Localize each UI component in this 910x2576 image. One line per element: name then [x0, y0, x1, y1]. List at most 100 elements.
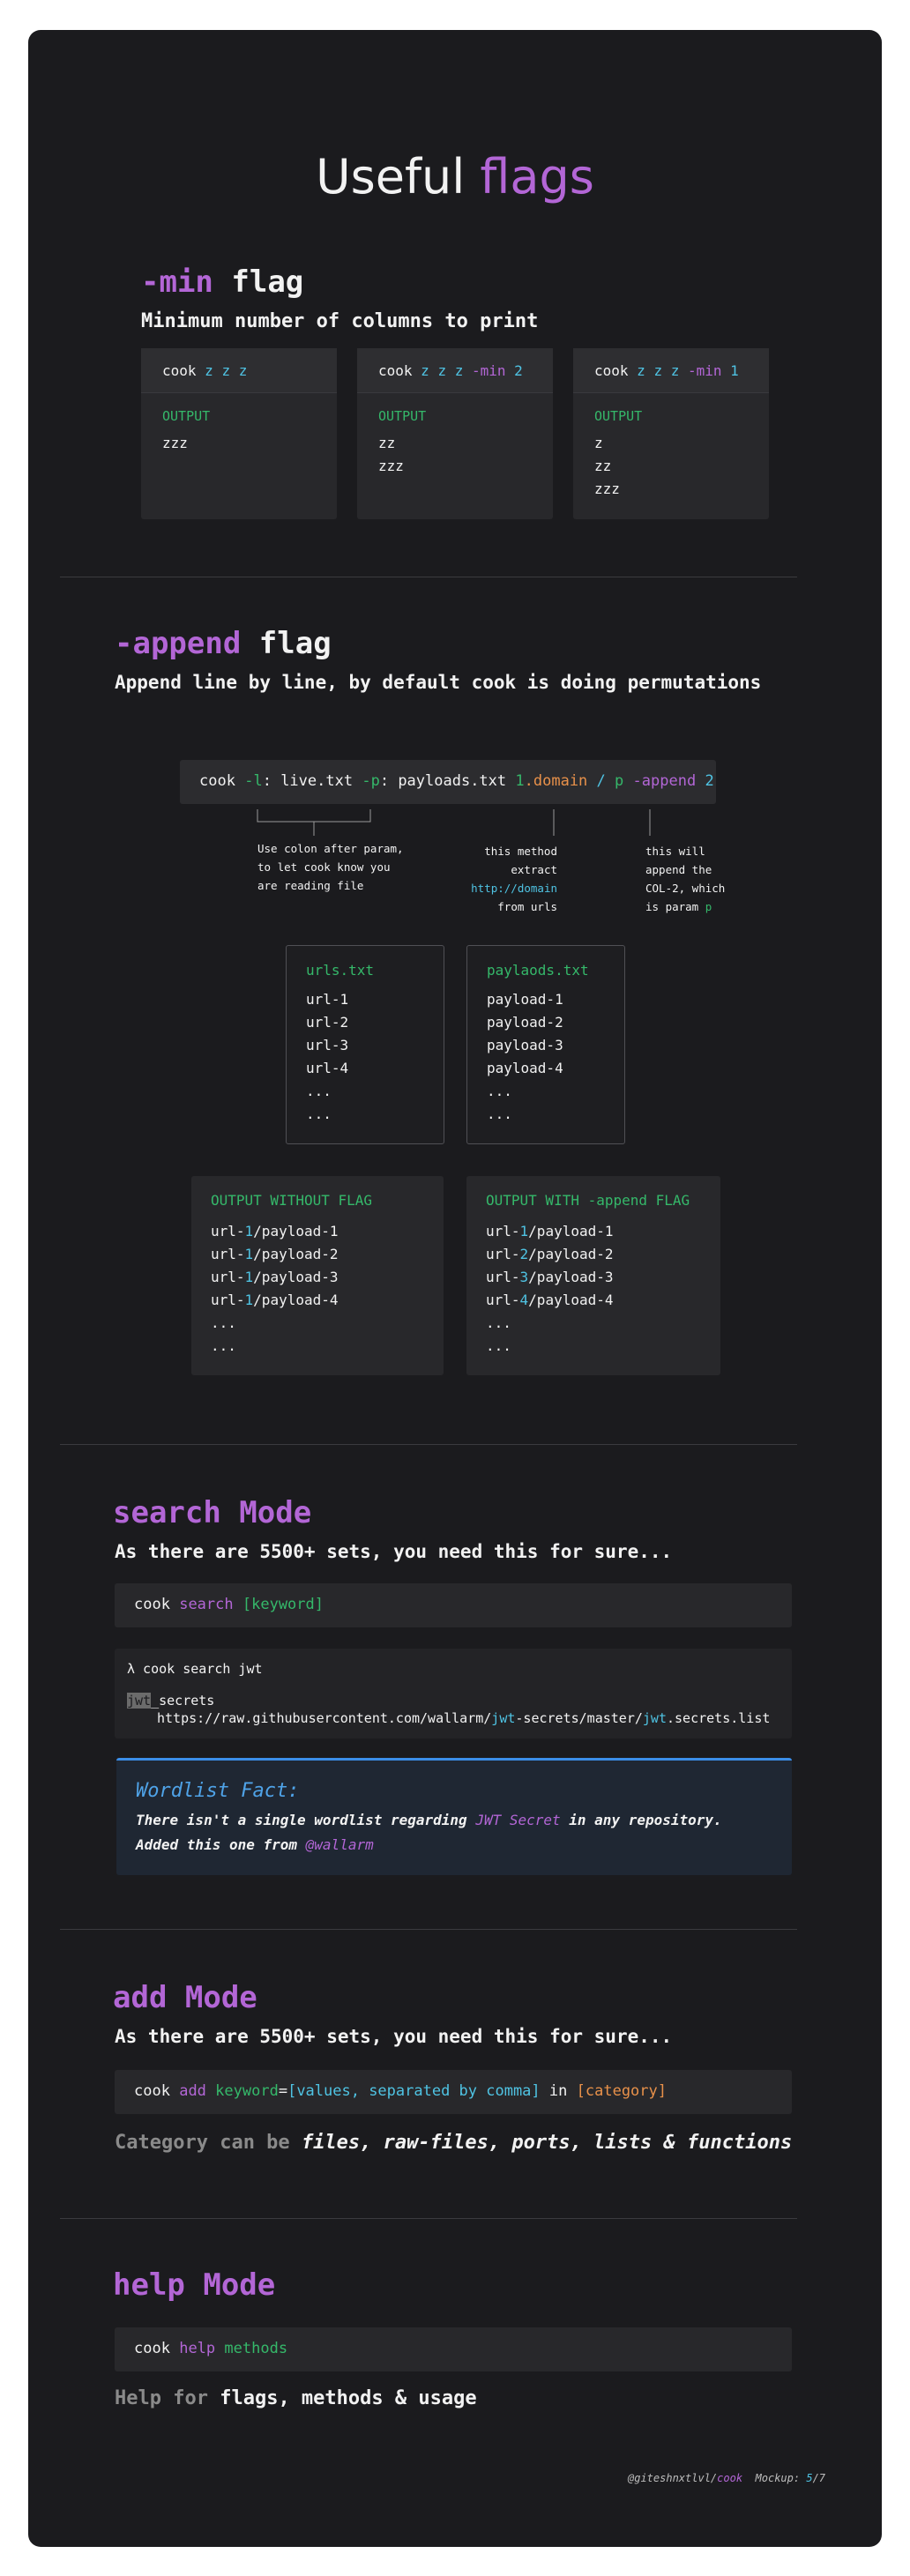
output-row: url-1/payload-1: [486, 1220, 614, 1243]
row-suffix: /payload-2: [528, 1246, 614, 1262]
cmd-values: [values, separated by comma]: [287, 2082, 541, 2100]
file-line: url-4: [306, 1060, 349, 1076]
help-command: cook help methods: [134, 2340, 287, 2357]
add-command-box: cook add keyword=[values, separated by c…: [115, 2070, 792, 2114]
row-num: 4: [519, 1292, 529, 1308]
url-highlight: jwt: [491, 1710, 516, 1726]
add-mode-title: add Mode: [113, 1980, 257, 2015]
cmd-add: add: [179, 2082, 206, 2100]
note-line: extract: [511, 863, 557, 876]
output-without-label: OUTPUT WITHOUT FLAG: [211, 1192, 373, 1209]
note-line: COL-2, which: [645, 882, 726, 895]
row-num: 2: [519, 1246, 529, 1262]
terminal-match-highlight: jwt: [127, 1693, 152, 1709]
cmd-keyword: keyword: [215, 2082, 279, 2100]
row-num: 1: [519, 1223, 529, 1240]
note-line-link: http://domain: [471, 882, 557, 895]
note-line: to let cook know you: [257, 860, 391, 874]
output-row: url-1/payload-3: [211, 1266, 339, 1289]
row-prefix: url-: [486, 1223, 520, 1240]
fact-text: Added this one from: [136, 1836, 306, 1853]
row-prefix: url-: [486, 1292, 520, 1308]
file-line: ...: [487, 1106, 512, 1122]
search-mode-title: search Mode: [113, 1495, 312, 1530]
urls-file-lines: url-1 url-2 url-3 url-4 ... ...: [306, 988, 348, 1126]
url-part: -secrets/master/: [515, 1710, 643, 1726]
cmd-equals: =: [278, 2082, 288, 2100]
note-text: is param: [645, 900, 699, 913]
row-suffix: /payload-4: [253, 1292, 339, 1308]
note-line: this method: [484, 845, 557, 858]
search-command: cook search [keyword]: [134, 1596, 324, 1613]
row-prefix: url-: [211, 1246, 245, 1262]
payloads-file-name: paylaods.txt: [487, 962, 589, 979]
footer-app: cook: [717, 2472, 743, 2484]
terminal-result-name: jwt_secrets: [127, 1693, 214, 1709]
file-line: url-1: [306, 991, 349, 1008]
url-part: .secrets.list: [666, 1710, 771, 1726]
search-mode-subtitle: As there are 5500+ sets, you need this f…: [115, 1541, 673, 1562]
bracket-file-params: [257, 809, 371, 823]
search-command-box: cook search [keyword]: [115, 1583, 792, 1627]
category-list: files, raw-files, ports, lists & functio…: [301, 2132, 793, 2154]
output-row: url-4/payload-4: [486, 1289, 614, 1312]
add-mode-subtitle: As there are 5500+ sets, you need this f…: [115, 2026, 673, 2047]
help-description: Help for flags, methods & usage: [115, 2387, 477, 2409]
section-divider: [60, 1444, 797, 1445]
url-highlight: jwt: [642, 1710, 667, 1726]
row-num: 1: [244, 1269, 254, 1285]
footer-page: 5: [806, 2472, 813, 2484]
file-line: url-2: [306, 1014, 349, 1031]
add-command: cook add keyword=[values, separated by c…: [134, 2082, 667, 2100]
row-num: 1: [244, 1223, 254, 1240]
row-prefix: url-: [211, 1269, 245, 1285]
note-append: this will append the COL-2, which is par…: [645, 842, 725, 916]
file-line: url-3: [306, 1037, 349, 1053]
wordlist-fact-callout: Wordlist Fact: There isn't a single word…: [116, 1758, 792, 1875]
terminal-result-rest: _secrets: [151, 1693, 215, 1709]
note-line: Use colon after param,: [257, 842, 404, 855]
file-line: ...: [306, 1106, 332, 1122]
note-method: this method extract http://domain from u…: [459, 842, 557, 916]
note-line: append the: [645, 863, 712, 876]
row-prefix: url-: [486, 1269, 520, 1285]
file-line: payload-1: [487, 991, 563, 1008]
cmd-cook: cook: [134, 2340, 170, 2357]
output-with-lines: url-1/payload-1 url-2/payload-2 url-3/pa…: [486, 1220, 614, 1358]
footer-handle[interactable]: @giteshnxtlvl/: [628, 2472, 717, 2484]
note-file-param: Use colon after param, to let cook know …: [257, 839, 404, 895]
cmd-methods: methods: [224, 2340, 288, 2357]
output-row: ...: [486, 1337, 511, 1354]
row-suffix: /payload-1: [253, 1223, 339, 1240]
fact-line-2: Added this one from @wallarm: [136, 1836, 374, 1853]
payloads-file-lines: payload-1 payload-2 payload-3 payload-4 …: [487, 988, 563, 1126]
cmd-search: search: [179, 1596, 234, 1613]
file-line: payload-2: [487, 1014, 563, 1031]
file-line: ...: [487, 1083, 512, 1099]
add-category-info: Category can be files, raw-files, ports,…: [115, 2132, 792, 2154]
footer-label: Mockup:: [755, 2472, 801, 2484]
row-suffix: /payload-2: [253, 1246, 339, 1262]
note-line: is param p: [645, 897, 725, 916]
output-with-label: OUTPUT WITH -append FLAG: [486, 1192, 690, 1209]
section-divider: [60, 1929, 797, 1930]
output-row: url-1/payload-1: [211, 1220, 339, 1243]
fact-title: Wordlist Fact:: [136, 1780, 300, 1802]
row-prefix: url-: [211, 1292, 245, 1308]
output-row: url-2/payload-2: [486, 1243, 614, 1266]
output-row: ...: [486, 1314, 511, 1331]
help-desc-prefix: Help for: [115, 2387, 208, 2409]
row-suffix: /payload-4: [528, 1292, 614, 1308]
annotation-connectors: [257, 809, 651, 836]
help-mode-title: help Mode: [113, 2267, 276, 2303]
section-divider: [60, 2218, 797, 2219]
footer-credit: @giteshnxtlvl/cook Mockup: 5/7: [628, 2472, 825, 2484]
row-suffix: /payload-3: [253, 1269, 339, 1285]
fact-text: There isn't a single wordlist regarding: [136, 1812, 476, 1828]
output-without-flag-box: OUTPUT WITHOUT FLAG url-1/payload-1 url-…: [191, 1176, 444, 1375]
row-suffix: /payload-3: [528, 1269, 614, 1285]
urls-file-box: urls.txt url-1 url-2 url-3 url-4 ... ...: [286, 945, 444, 1144]
category-prefix: Category can be: [115, 2132, 290, 2154]
fact-link[interactable]: @wallarm: [306, 1836, 374, 1853]
urls-file-name: urls.txt: [306, 962, 375, 979]
